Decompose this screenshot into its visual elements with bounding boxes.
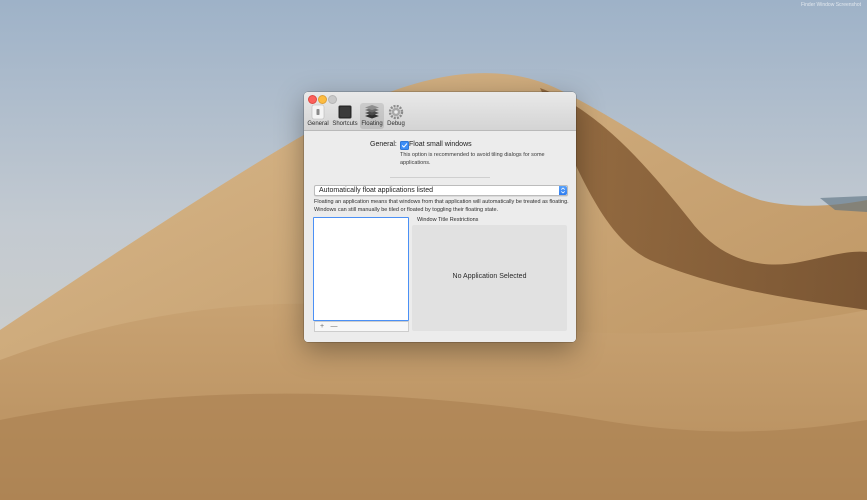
list-controls: + — bbox=[314, 321, 409, 332]
corner-text: Finder Window Screenshot bbox=[800, 2, 861, 8]
tab-general[interactable]: General bbox=[307, 103, 329, 129]
tab-general-label: General bbox=[307, 121, 329, 127]
preferences-window: General Shortcuts Floating Debug General… bbox=[304, 92, 576, 342]
popup-arrows-icon bbox=[559, 186, 567, 195]
restrictions-detail-pane: No Application Selected bbox=[412, 225, 567, 331]
float-mode-popup[interactable]: Automatically float applications listed bbox=[314, 185, 568, 196]
tab-shortcuts-label: Shortcuts bbox=[332, 121, 358, 127]
tab-floating[interactable]: Floating bbox=[360, 103, 384, 129]
tab-debug[interactable]: Debug bbox=[386, 103, 406, 129]
checkmark-icon bbox=[401, 143, 408, 148]
add-application-button[interactable]: + bbox=[316, 322, 328, 331]
application-list[interactable] bbox=[313, 217, 409, 321]
floating-description: Floating an application means that windo… bbox=[314, 199, 569, 213]
general-section-label: General: bbox=[370, 141, 397, 148]
debug-icon bbox=[388, 104, 404, 120]
window-title-restrictions-header: Window Title Restrictions bbox=[417, 217, 479, 223]
shortcuts-icon bbox=[338, 105, 352, 119]
tab-shortcuts[interactable]: Shortcuts bbox=[332, 103, 358, 129]
floating-icon bbox=[365, 105, 379, 119]
floating-pane: General: Float small windows This option… bbox=[304, 131, 576, 342]
remove-application-button[interactable]: — bbox=[328, 322, 340, 331]
float-small-windows-help: This option is recommended to avoid tili… bbox=[400, 152, 545, 166]
general-icon bbox=[311, 104, 325, 120]
tab-floating-label: Floating bbox=[361, 121, 383, 127]
float-small-windows-label[interactable]: Float small windows bbox=[409, 141, 472, 148]
float-mode-value: Automatically float applications listed bbox=[319, 187, 434, 194]
section-divider bbox=[390, 177, 490, 178]
float-small-windows-checkbox[interactable] bbox=[400, 141, 409, 150]
no-application-selected: No Application Selected bbox=[452, 273, 527, 280]
window-titlebar: General Shortcuts Floating Debug bbox=[304, 92, 576, 131]
tab-debug-label: Debug bbox=[387, 121, 405, 127]
